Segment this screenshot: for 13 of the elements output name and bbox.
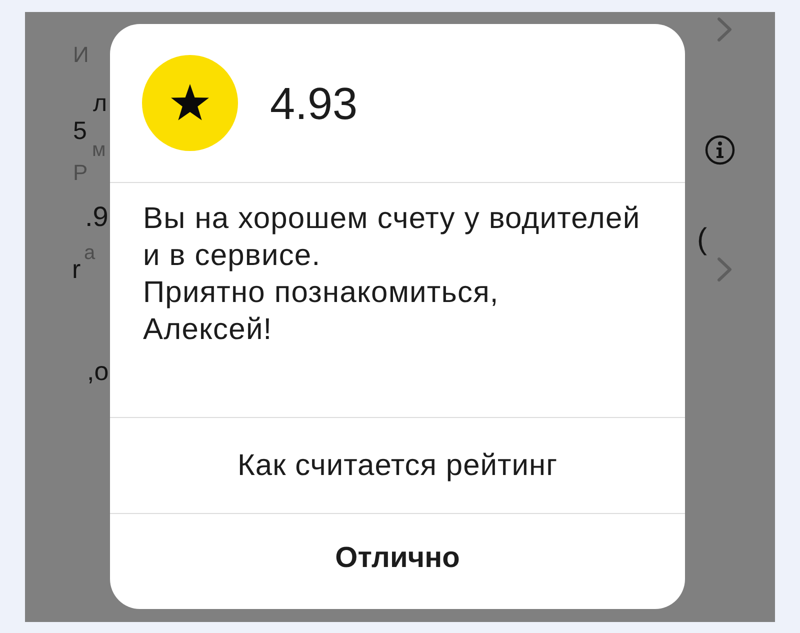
partial-text: 5 xyxy=(73,119,87,144)
confirm-button[interactable]: Отлично xyxy=(331,540,464,577)
partial-text: ,о xyxy=(87,358,109,384)
chevron-right-icon xyxy=(717,257,732,282)
partial-text: .9 xyxy=(85,203,108,231)
partial-text: r xyxy=(72,256,81,282)
chevron-right-icon xyxy=(717,17,732,42)
info-icon xyxy=(705,135,735,165)
partial-text: л xyxy=(93,92,108,116)
rating-value: 4.93 xyxy=(270,80,358,126)
partial-text: ( xyxy=(697,225,707,255)
rating-message: Вы на хорошем счету у водителей и в сервисе. Приятно познакомиться, Алексей! xyxy=(143,201,640,348)
rating-info-link[interactable]: Как считается рейтинг xyxy=(233,446,562,484)
